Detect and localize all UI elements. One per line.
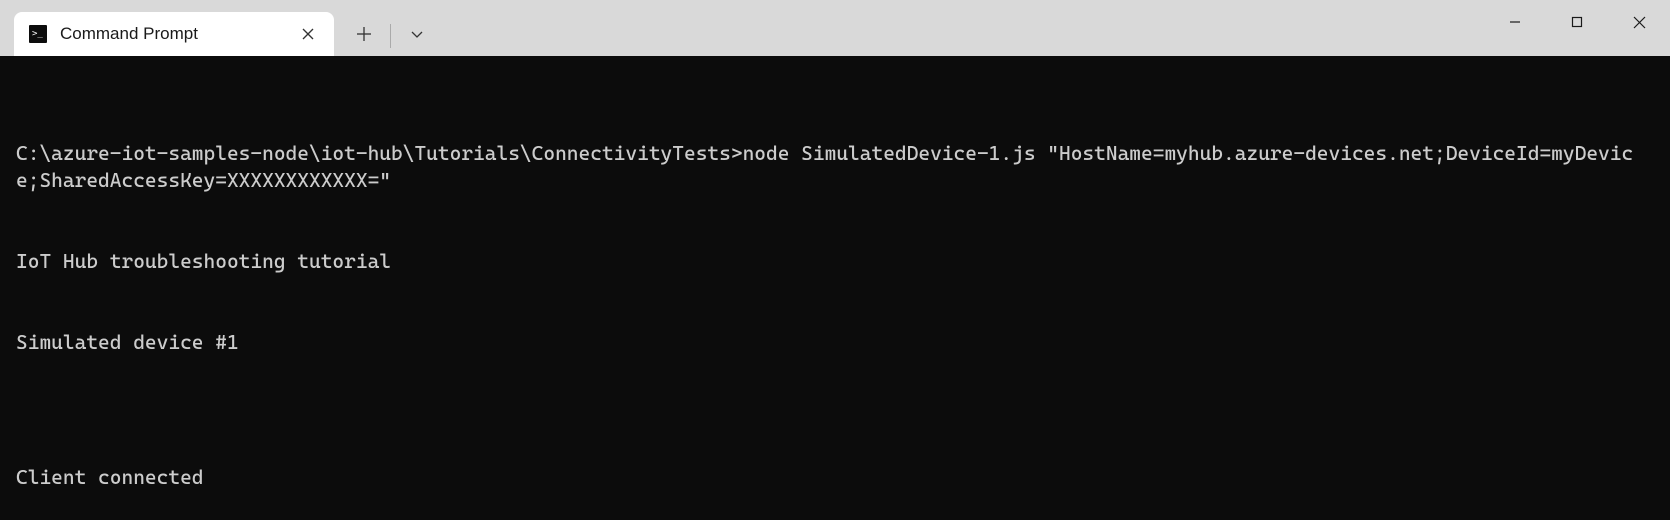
plus-icon: [357, 27, 371, 41]
terminal-line: Simulated device #1: [16, 329, 1654, 356]
svg-text:>_: >_: [32, 29, 43, 39]
chevron-down-icon: [410, 27, 424, 41]
maximize-icon: [1571, 16, 1583, 28]
close-tab-button[interactable]: [294, 20, 322, 48]
terminal-output[interactable]: C:\azure-iot-samples-node\iot-hub\Tutori…: [0, 56, 1670, 520]
close-window-button[interactable]: [1608, 0, 1670, 44]
command-prompt-icon: >_: [28, 24, 48, 44]
terminal-line: Client connected: [16, 464, 1654, 491]
terminal-line: C:\azure-iot-samples-node\iot-hub\Tutori…: [16, 140, 1654, 194]
toolbar-divider: [390, 24, 391, 48]
tab-dropdown-button[interactable]: [397, 14, 437, 54]
window-controls: [1484, 0, 1670, 44]
new-tab-button[interactable]: [344, 14, 384, 54]
close-icon: [302, 28, 314, 40]
window-titlebar: >_ Command Prompt: [0, 0, 1670, 56]
minimize-icon: [1509, 16, 1521, 28]
active-tab[interactable]: >_ Command Prompt: [14, 12, 334, 56]
terminal-line: IoT Hub troubleshooting tutorial: [16, 248, 1654, 275]
minimize-button[interactable]: [1484, 0, 1546, 44]
close-icon: [1633, 16, 1646, 29]
maximize-button[interactable]: [1546, 0, 1608, 44]
tab-title: Command Prompt: [60, 24, 294, 44]
